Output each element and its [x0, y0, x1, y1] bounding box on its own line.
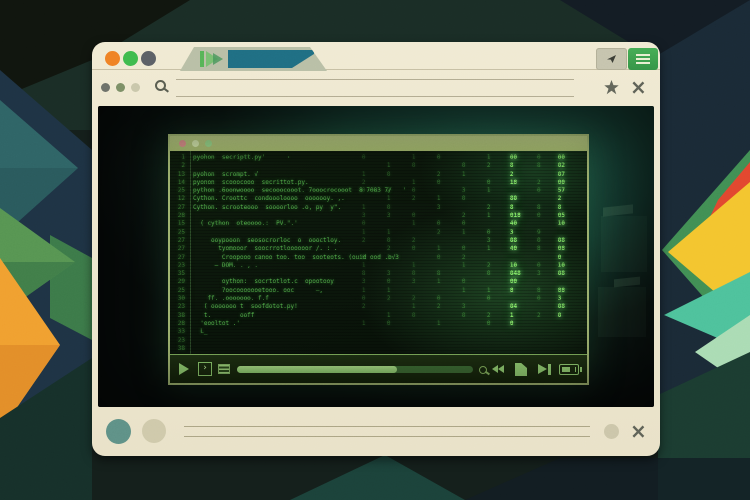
status-text-lines	[184, 426, 590, 437]
tab-thumbnail	[228, 50, 314, 68]
avatar-dot-teal[interactable]	[106, 419, 131, 444]
page-content: 1 pyohon secriptt.py' · 2 13 pyohon scrompt.…	[98, 106, 654, 407]
browser-bottombar: ×	[92, 407, 660, 456]
nav-dot-3[interactable]	[131, 83, 140, 92]
hamburger-icon	[636, 54, 650, 56]
extension-button[interactable]	[596, 48, 627, 70]
browser-addressbar-row: ×	[92, 71, 660, 105]
status-dot	[604, 424, 619, 439]
close-traffic-light[interactable]	[105, 51, 120, 66]
bookmark-star-icon[interactable]	[604, 80, 619, 95]
tab-favicon-play-icon-2	[213, 53, 223, 65]
address-bar[interactable]	[176, 79, 574, 97]
minimize-traffic-light[interactable]	[123, 51, 138, 66]
tab-favicon-bar	[200, 51, 204, 67]
search-icon[interactable]	[155, 80, 166, 91]
titlebar-divider	[92, 69, 660, 70]
expand-traffic-light[interactable]	[141, 51, 156, 66]
vignette-overlay	[98, 106, 654, 407]
tab-thumbnail-corner	[292, 54, 314, 68]
close-icon[interactable]: ×	[630, 72, 647, 102]
dismiss-icon[interactable]: ×	[630, 416, 647, 446]
browser-window: × 1 pyohon secriptt.py' · 2 13 pyohon sc…	[92, 42, 660, 456]
menu-button[interactable]	[628, 48, 658, 70]
illustration-stage: × 1 pyohon secriptt.py' · 2 13 pyohon sc…	[0, 0, 750, 500]
nav-dot-2[interactable]	[116, 83, 125, 92]
avatar-dot-beige[interactable]	[142, 419, 166, 443]
nav-dot-1[interactable]	[101, 83, 110, 92]
extension-icon	[607, 55, 616, 63]
browser-titlebar	[92, 42, 660, 70]
browser-tab[interactable]	[180, 47, 327, 71]
